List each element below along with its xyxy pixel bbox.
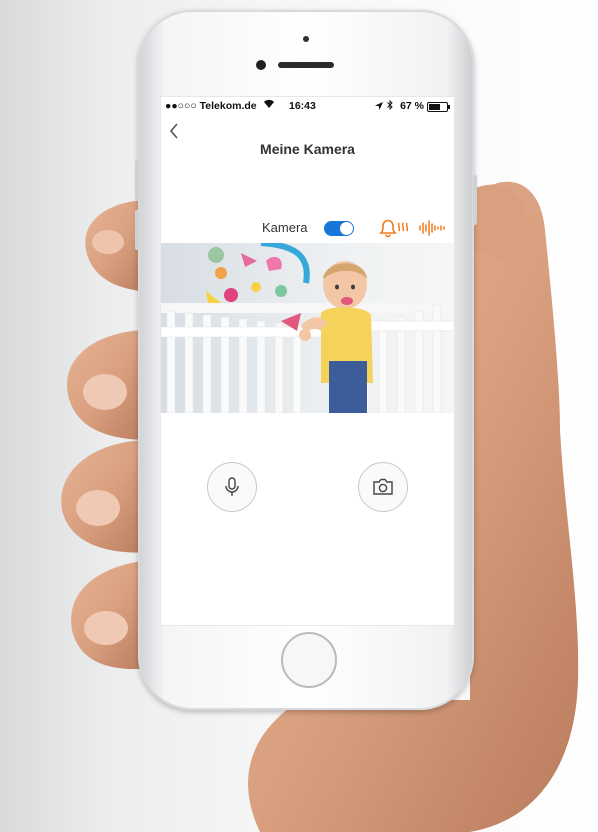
camera-icon <box>373 478 393 495</box>
battery-icon <box>427 102 450 112</box>
camera-label: Kamera <box>262 220 308 235</box>
phone: ●●○○○ Telekom.de 16:43 67 % Meine Kamera… <box>135 10 477 710</box>
microphone-button[interactable] <box>207 462 257 512</box>
carrier-text: ●●○○○ Telekom.de <box>165 100 257 112</box>
camera-toggle[interactable] <box>324 221 354 236</box>
battery-fill <box>429 104 440 110</box>
volume-button <box>135 210 139 250</box>
battery-percent: 67 % <box>400 100 424 112</box>
sound-wave-icon[interactable] <box>418 219 448 237</box>
power-button <box>473 175 477 225</box>
page-title: Meine Kamera <box>260 141 355 157</box>
microphone-icon <box>225 477 239 496</box>
app-screen: ●●○○○ Telekom.de 16:43 67 % Meine Kamera… <box>160 96 455 626</box>
chevron-left-icon <box>169 123 178 139</box>
bell-heat-icon[interactable] <box>378 218 412 238</box>
volume-button <box>135 160 139 200</box>
earpiece-speaker <box>278 62 334 68</box>
back-button[interactable] <box>169 123 179 143</box>
proximity-sensor <box>303 36 309 42</box>
camera-control-row: Kamera <box>161 218 454 238</box>
bluetooth-icon <box>387 99 393 113</box>
baby-in-crib-image <box>161 243 454 413</box>
front-camera <box>256 60 266 70</box>
live-camera-feed[interactable] <box>161 243 454 413</box>
snapshot-button[interactable] <box>358 462 408 512</box>
status-bar: ●●○○○ Telekom.de 16:43 67 % <box>161 97 454 115</box>
wifi-icon <box>263 99 275 112</box>
home-button[interactable] <box>281 632 337 688</box>
status-time: 16:43 <box>289 100 316 112</box>
location-icon <box>375 101 383 113</box>
